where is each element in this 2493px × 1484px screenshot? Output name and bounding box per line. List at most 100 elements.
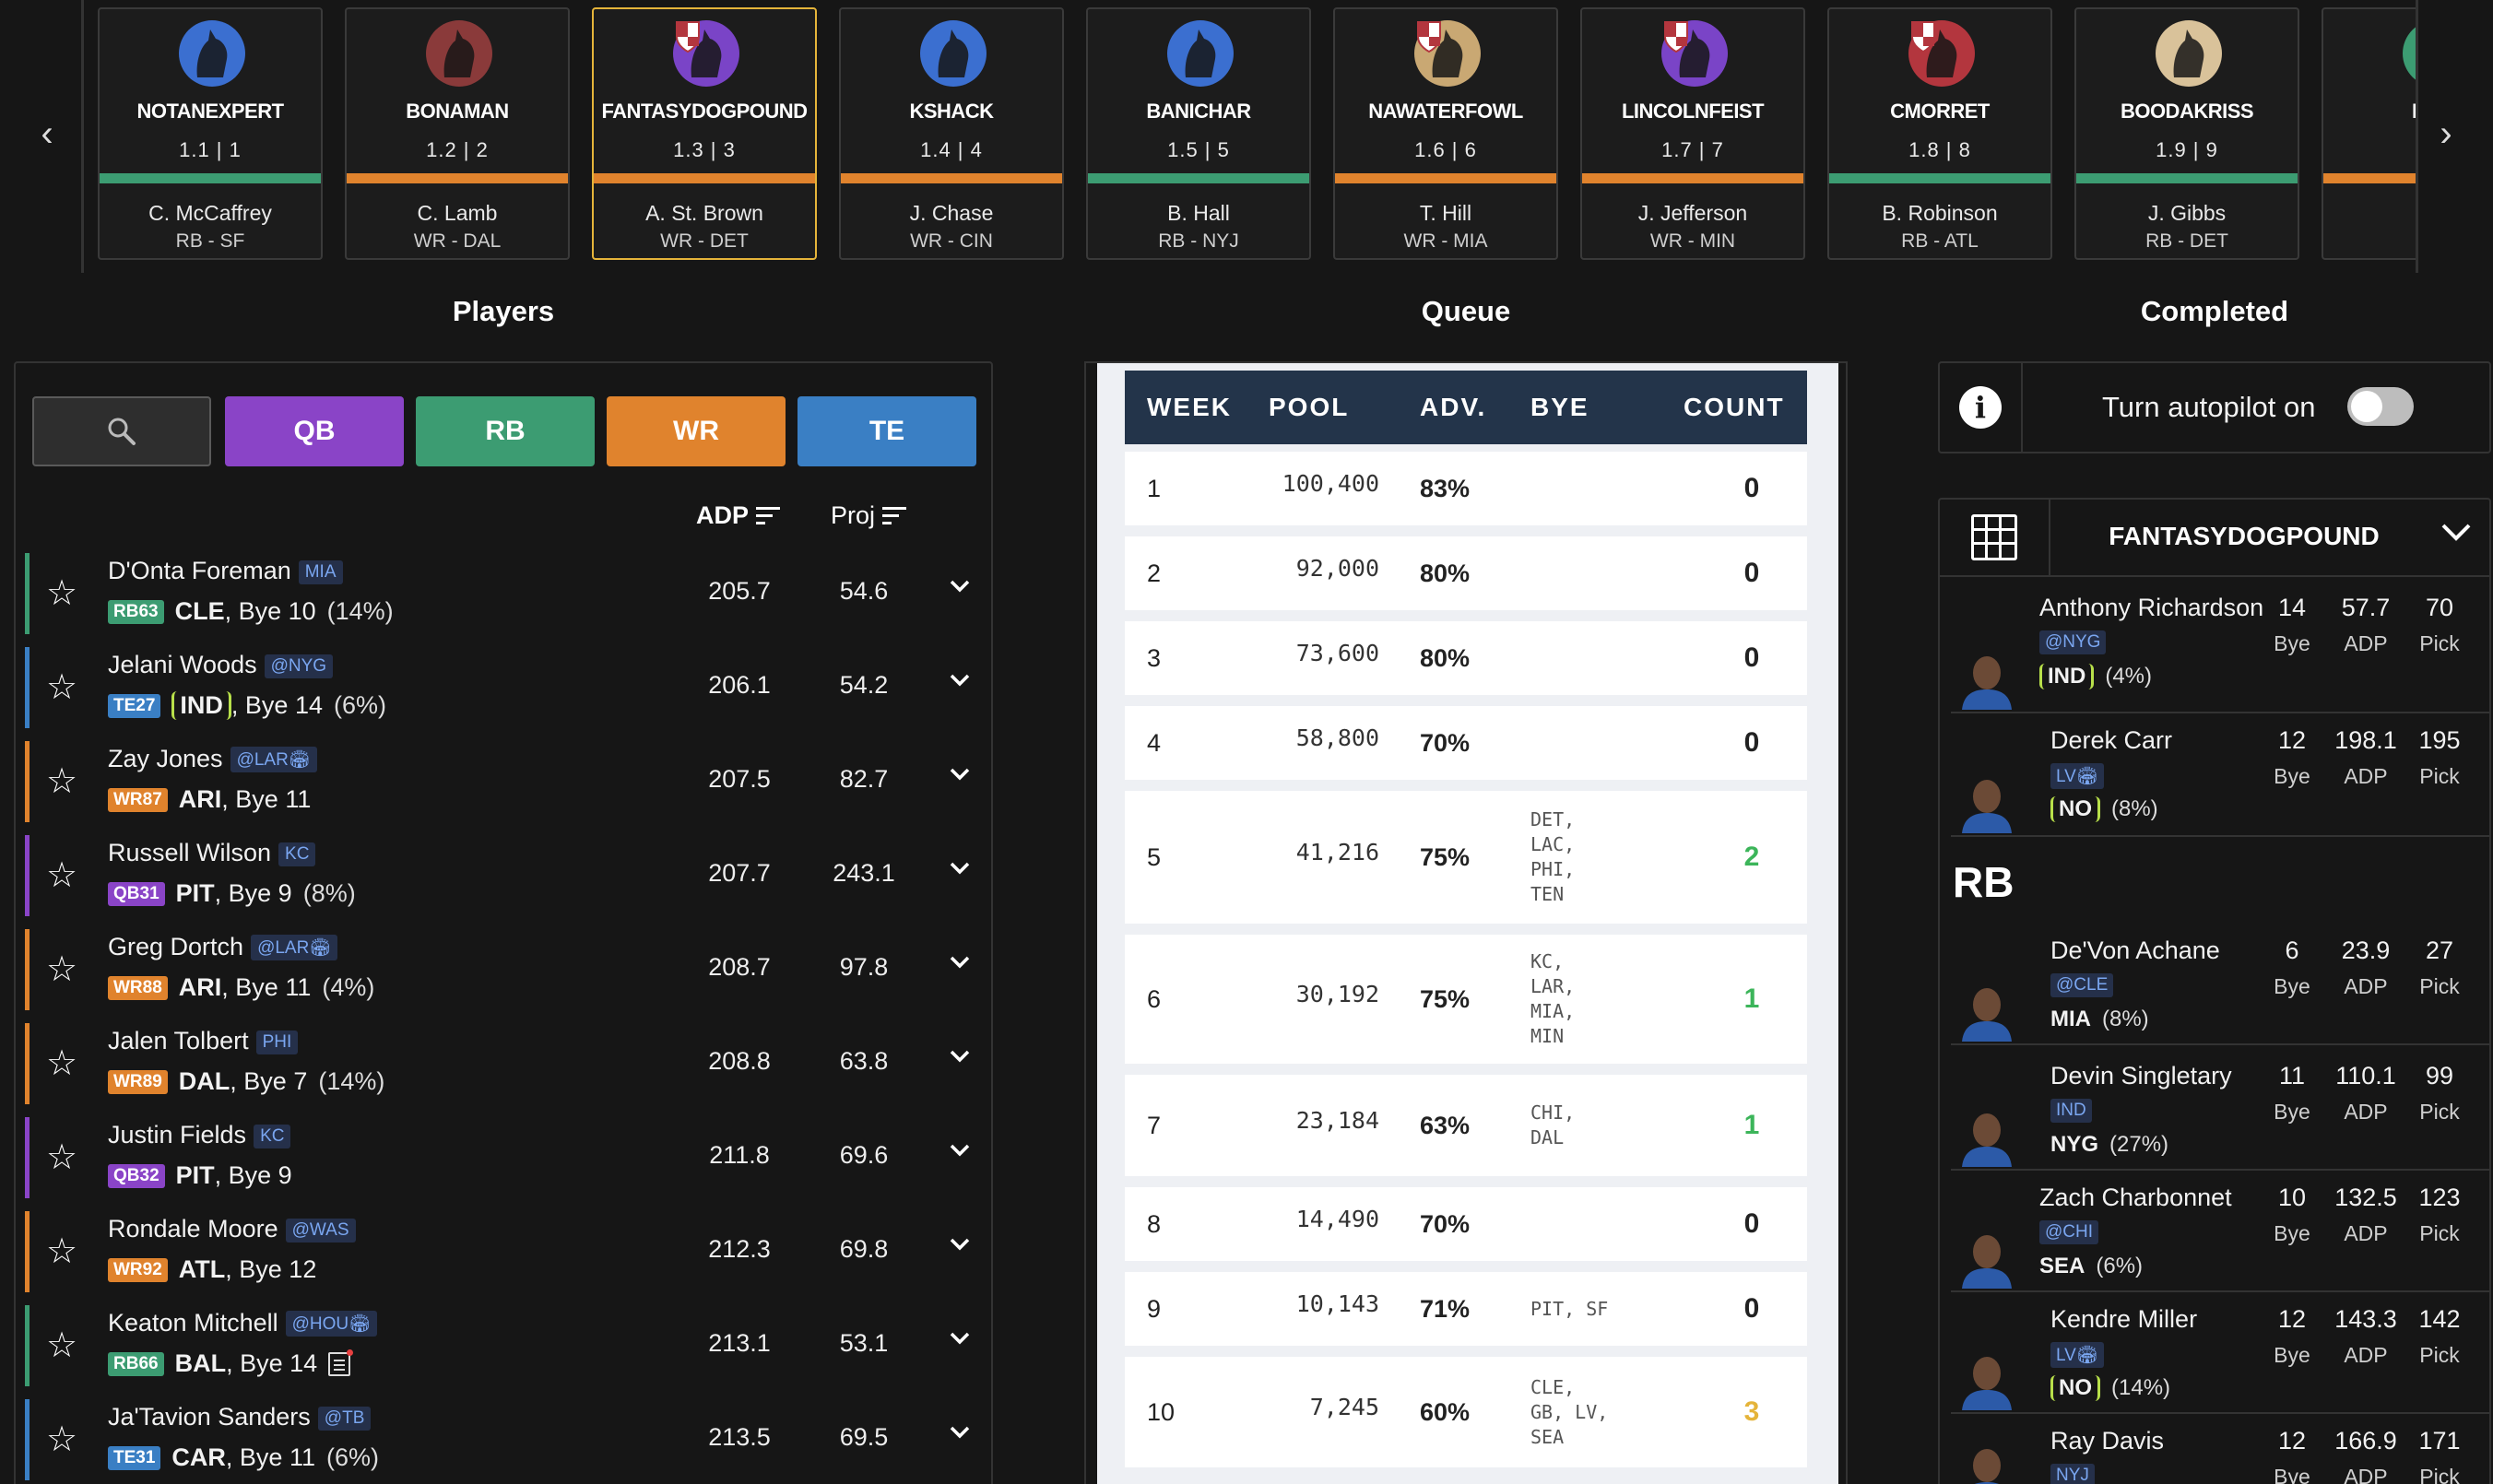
player-row[interactable]: ☆ Russell Wilson KC QB31 PIT, Bye 9 (8%) 207.7… bbox=[16, 830, 991, 924]
roster-row[interactable]: Kendre Miller LV🏟 NO (14%) 12 Bye 143.3 ADP 142 P… bbox=[1951, 1292, 2489, 1414]
player-row[interactable]: ☆ Jalen Tolbert PHI WR89 DAL, Bye 7 (14%) 208.… bbox=[16, 1018, 991, 1112]
card-pick-number: 1.6 | 6 bbox=[1414, 138, 1477, 161]
team-avatar-icon bbox=[426, 20, 492, 87]
roster-row[interactable]: Ray DavisNYJBUF(6%)12Bye166.9ADP171Pick bbox=[1951, 1414, 2489, 1484]
draft-card[interactable]: BOODAKRISS 1.9 | 9 J. Gibbs RB - DET bbox=[2074, 7, 2299, 260]
player-adp: 208.7 bbox=[708, 953, 771, 981]
draft-card[interactable]: KSHACK 1.4 | 4 J. Chase WR - CIN bbox=[839, 7, 1064, 260]
team-select-chevron-icon[interactable] bbox=[2438, 514, 2475, 559]
queue-advance: 75% bbox=[1420, 985, 1471, 1013]
draft-card[interactable]: CMORRET 1.8 | 8 B. Robinson RB - ATL bbox=[1827, 7, 2052, 260]
favorite-star-icon[interactable]: ☆ bbox=[43, 575, 80, 612]
expand-chevron-icon[interactable] bbox=[947, 1043, 973, 1076]
expand-chevron-icon[interactable] bbox=[947, 1419, 973, 1452]
draft-picks-strip[interactable]: NOTANEXPERT 1.1 | 1 C. McCaffrey RB - SF BON… bbox=[89, 0, 2416, 273]
sort-proj-header[interactable]: Proj bbox=[831, 501, 907, 530]
draft-card[interactable]: FANTASYDOGPOUND 1.3 | 3 A. St. Brown WR - D… bbox=[592, 7, 817, 260]
expand-chevron-icon[interactable] bbox=[947, 1231, 973, 1264]
favorite-star-icon[interactable]: ☆ bbox=[43, 763, 80, 800]
queue-row[interactable]: 1 100,400 83% 0 bbox=[1125, 452, 1807, 525]
favorite-star-icon[interactable]: ☆ bbox=[43, 1327, 80, 1364]
favorite-star-icon[interactable]: ☆ bbox=[43, 669, 80, 706]
filter-wr-button[interactable]: WR bbox=[607, 396, 786, 466]
ownership-percent: (6%) bbox=[333, 691, 386, 719]
player-adp: 207.5 bbox=[708, 765, 771, 793]
player-name-text: Justin Fields bbox=[108, 1121, 247, 1148]
favorite-star-icon[interactable]: ☆ bbox=[43, 1045, 80, 1082]
favorite-star-icon[interactable]: ☆ bbox=[43, 1139, 80, 1176]
player-row[interactable]: ☆ Jelani Woods @NYG TE27 IND, Bye 14 (6%) 206.… bbox=[16, 642, 991, 736]
player-team: MIA bbox=[2050, 1007, 2091, 1031]
player-row[interactable]: ☆ D'Onta Foreman MIA RB63 CLE, Bye 10 (14%) 20… bbox=[16, 548, 991, 642]
queue-row[interactable]: 9 10,143 71% PIT, SF 0 bbox=[1125, 1272, 1807, 1346]
expand-chevron-icon[interactable] bbox=[947, 1137, 973, 1170]
player-row[interactable]: ☆ Rondale Moore @WAS WR92 ATL, Bye 12 212.3 69… bbox=[16, 1206, 991, 1300]
card-pick-number: 1.1 | 1 bbox=[179, 138, 242, 161]
autopilot-toggle[interactable] bbox=[2347, 387, 2414, 426]
player-row[interactable]: ☆ Ja'Tavion Sanders @TB TE31 CAR, Bye 11 (6%)… bbox=[16, 1394, 991, 1484]
draft-card[interactable]: BONAMAN 1.2 | 2 C. Lamb WR - DAL bbox=[345, 7, 570, 260]
draft-card[interactable]: LIKE 1.1 P. I WR bbox=[2322, 7, 2416, 260]
queue-row[interactable]: 7 23,184 63% CHI, DAL 1 bbox=[1125, 1075, 1807, 1176]
roster-row[interactable]: Derek Carr LV🏟 NO (8%) 12 Bye 198.1 ADP 195 Pick bbox=[1951, 713, 2489, 837]
expand-chevron-icon[interactable] bbox=[947, 667, 973, 700]
scroll-left-button[interactable]: ‹ bbox=[24, 111, 70, 157]
queue-row[interactable]: 3 73,600 80% 0 bbox=[1125, 621, 1807, 695]
player-name: Jelani Woods @NYG bbox=[108, 651, 334, 679]
draft-card[interactable]: LINCOLNFEIST 1.7 | 7 J. Jefferson WR - MIN bbox=[1580, 7, 1805, 260]
queue-row[interactable]: 8 14,490 70% 0 bbox=[1125, 1187, 1807, 1261]
info-icon[interactable]: i bbox=[1959, 386, 2002, 429]
card-player-position: WR - MIA bbox=[1403, 230, 1488, 252]
roster-row[interactable]: Anthony Richardson @NYG IND (4%) 14 Bye 57.7 AD… bbox=[1951, 581, 2489, 713]
player-team: CAR bbox=[171, 1443, 226, 1471]
filter-rb-button[interactable]: RB bbox=[416, 396, 595, 466]
queue-count: 0 bbox=[1743, 473, 1760, 503]
card-pick-number: 1.7 | 7 bbox=[1661, 138, 1724, 161]
roster-row[interactable]: Devin Singletary IND NYG (27%) 11 Bye 110.1 ADP… bbox=[1951, 1049, 2489, 1171]
queue-row[interactable]: 10 7,245 60% CLE, GB, LV, SEA 3 bbox=[1125, 1357, 1807, 1467]
expand-chevron-icon[interactable] bbox=[947, 573, 973, 606]
queue-row[interactable]: 4 58,800 70% 0 bbox=[1125, 706, 1807, 780]
sort-adp-header[interactable]: ADP bbox=[696, 501, 781, 530]
stat-value: 10 bbox=[2277, 1184, 2307, 1211]
search-button[interactable] bbox=[32, 396, 211, 466]
stat-label: Pick bbox=[2419, 1343, 2460, 1367]
draft-card[interactable]: BANICHAR 1.5 | 5 B. Hall RB - NYJ bbox=[1086, 7, 1311, 260]
expand-chevron-icon[interactable] bbox=[947, 1325, 973, 1358]
player-team: NYG bbox=[2050, 1132, 2099, 1157]
queue-row[interactable]: 6 30,192 75% KC, LAR, MIA, MIN 1 bbox=[1125, 935, 1807, 1064]
draft-card[interactable]: NAWATERFOWL 1.6 | 6 T. Hill WR - MIA bbox=[1333, 7, 1558, 260]
col-bye: BYE bbox=[1530, 393, 1589, 421]
queue-row[interactable]: 2 92,000 80% 0 bbox=[1125, 536, 1807, 610]
bye-week: , Bye 12 bbox=[225, 1255, 317, 1283]
player-team: ARI bbox=[178, 973, 222, 1001]
player-row[interactable]: ☆ Justin Fields KC QB32 PIT, Bye 9 211.8 69.6 bbox=[16, 1112, 991, 1206]
stat-value: 110.1 bbox=[2335, 1062, 2396, 1089]
news-note-icon[interactable] bbox=[328, 1349, 354, 1376]
player-row[interactable]: ☆ Keaton Mitchell @HOU🏟 RB66 BAL, Bye 14 213.… bbox=[16, 1300, 991, 1394]
favorite-star-icon[interactable]: ☆ bbox=[43, 951, 80, 988]
expand-chevron-icon[interactable] bbox=[947, 855, 973, 888]
player-row[interactable]: ☆ Greg Dortch @LAR🏟 WR88 ARI, Bye 11 (4%) 208.… bbox=[16, 924, 991, 1018]
player-details: WR92 ATL, Bye 12 bbox=[108, 1255, 316, 1284]
opponent-tag: @CLE bbox=[2050, 973, 2114, 997]
player-row[interactable]: ☆ Zay Jones @LAR🏟 WR87 ARI, Bye 11 207.5 82.7 bbox=[16, 736, 991, 830]
queue-row[interactable]: 5 41,216 75% DET, LAC, PHI, TEN 2 bbox=[1125, 791, 1807, 924]
filter-qb-button[interactable]: QB bbox=[225, 396, 404, 466]
draft-card[interactable]: NOTANEXPERT 1.1 | 1 C. McCaffrey RB - SF bbox=[98, 7, 323, 260]
stat-label: ADP bbox=[2344, 764, 2388, 788]
expand-chevron-icon[interactable] bbox=[947, 949, 973, 982]
player-name: Greg Dortch @LAR🏟 bbox=[108, 933, 338, 961]
stat-label: Pick bbox=[2419, 1221, 2460, 1245]
expand-chevron-icon[interactable] bbox=[947, 761, 973, 794]
filter-te-button[interactable]: TE bbox=[798, 396, 976, 466]
roster-row[interactable]: De'Von Achane @CLE MIA (8%) 6 Bye 23.9 ADP 27 Pic… bbox=[1951, 924, 2489, 1045]
favorite-star-icon[interactable]: ☆ bbox=[43, 857, 80, 894]
scroll-right-button[interactable]: › bbox=[2423, 111, 2469, 157]
ownership-percent: (8%) bbox=[2111, 796, 2158, 821]
favorite-star-icon[interactable]: ☆ bbox=[43, 1421, 80, 1458]
roster-row[interactable]: Zach Charbonnet @CHI SEA (6%) 10 Bye 132.5 ADP 1… bbox=[1951, 1171, 2489, 1292]
grid-view-button[interactable] bbox=[1940, 500, 2050, 575]
favorite-star-icon[interactable]: ☆ bbox=[43, 1233, 80, 1270]
player-name: Jalen Tolbert PHI bbox=[108, 1027, 299, 1055]
